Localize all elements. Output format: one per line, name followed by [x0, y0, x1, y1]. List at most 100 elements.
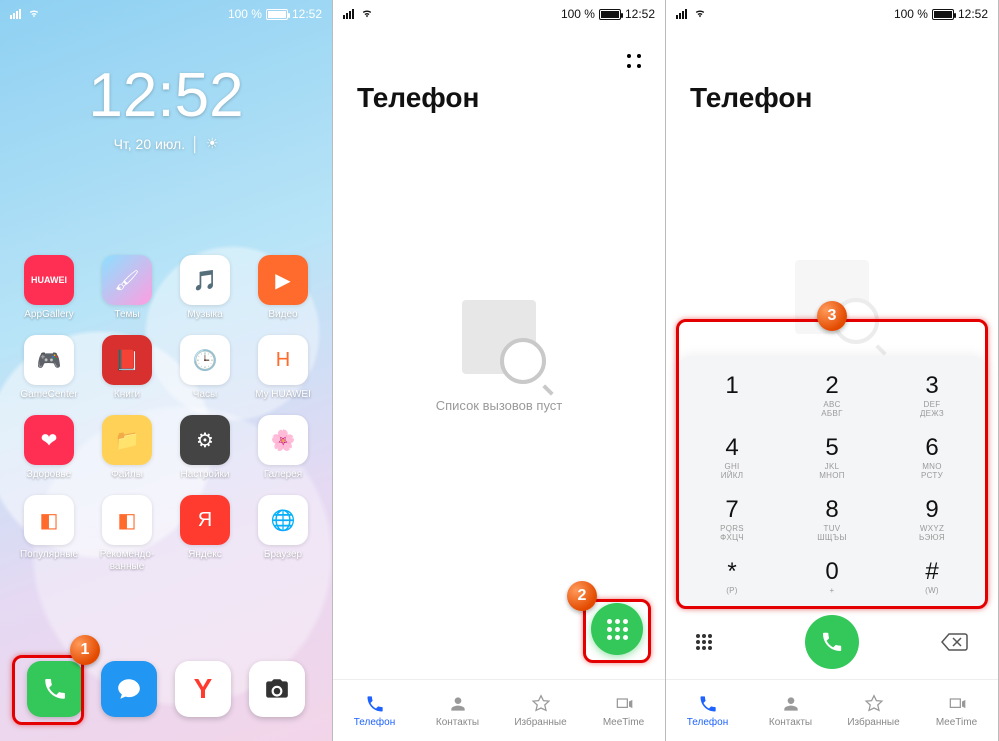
app-my-huawei[interactable]: HMy HUAWEI [244, 335, 322, 401]
app-gamecenter[interactable]: 🎮 GameCenter [10, 335, 88, 401]
signal-icon [343, 9, 354, 19]
empty-text: Список вызовов пуст [436, 398, 563, 413]
app-icon: Я [180, 495, 230, 545]
app-настройки[interactable]: ⚙ Настройки [166, 415, 244, 481]
status-time: 12:52 [292, 7, 322, 21]
app-icon: 🖌 [102, 255, 152, 305]
nav-phone[interactable]: Телефон [333, 680, 416, 741]
app-рекомендо-ванные[interactable]: ◧ Рекомендо- ванные [88, 495, 166, 573]
app-icon: 🌐 [258, 495, 308, 545]
dock-messages-app[interactable] [101, 661, 157, 717]
battery-percent: 100 % [894, 7, 928, 21]
status-time: 12:52 [958, 7, 988, 21]
meetime-icon [613, 693, 635, 715]
nav-label: Контакты [436, 717, 479, 728]
panel-phone-empty: 100 % 12:52 Телефон Список вызовов пуст … [333, 0, 666, 741]
annotation-badge-3: 3 [817, 301, 847, 331]
overflow-menu[interactable] [627, 54, 643, 70]
nav-contacts[interactable]: Контакты [416, 680, 499, 741]
page-title: Телефон [690, 82, 812, 114]
clock-date: Чт, 20 июл.│☀ [0, 135, 332, 152]
app-icon: ◧ [102, 495, 152, 545]
app-видео[interactable]: ▶ Видео [244, 255, 322, 321]
app-label: My HUAWEI [255, 389, 311, 401]
phone-icon [364, 693, 386, 715]
nav-star[interactable]: Избранные [832, 680, 915, 741]
backspace-icon [940, 632, 968, 652]
app-icon: ⚙ [180, 415, 230, 465]
nav-label: Телефон [354, 717, 395, 728]
app-label: GameCenter [20, 389, 77, 401]
call-row [666, 615, 998, 669]
nav-star[interactable]: Избранные [499, 680, 582, 741]
app-браузер[interactable]: 🌐Браузер [244, 495, 322, 573]
highlight-step3 [676, 319, 988, 609]
camera-icon [264, 676, 290, 702]
app-темы[interactable]: 🖌Темы [88, 255, 166, 321]
highlight-step2 [583, 599, 651, 663]
meetime-icon [946, 693, 968, 715]
signal-icon [10, 9, 21, 19]
battery-icon [266, 9, 288, 20]
app-icon: HUAWEI [24, 255, 74, 305]
collapse-dialpad-button[interactable] [696, 634, 712, 650]
status-bar: 100 % 12:52 [666, 0, 998, 28]
app-label: Книги [114, 389, 140, 401]
bottom-nav: Телефон Контакты Избранные MeeTime [333, 679, 665, 741]
app-label: Популярные [20, 549, 78, 561]
star-icon [863, 693, 885, 715]
app-icon: 📕 [102, 335, 152, 385]
app-icon: 🎵 [180, 255, 230, 305]
backspace-button[interactable] [940, 632, 968, 652]
contacts-icon [780, 693, 802, 715]
app-label: Рекомендо- ванные [91, 549, 163, 573]
app-label: Часы [193, 389, 217, 401]
star-icon [530, 693, 552, 715]
call-button[interactable] [805, 615, 859, 669]
wifi-icon [693, 9, 707, 19]
app-label: Файлы [111, 469, 143, 481]
app-файлы[interactable]: 📁Файлы [88, 415, 166, 481]
battery-percent: 100 % [228, 7, 262, 21]
app-icon: 🎮 [24, 335, 74, 385]
wifi-icon [27, 9, 41, 19]
status-bar: 100 % 12:52 [333, 0, 665, 28]
bottom-nav: Телефон КонтактыИзбранные MeeTime [666, 679, 998, 741]
app-книги[interactable]: 📕 Книги [88, 335, 166, 401]
highlight-step1 [12, 655, 84, 725]
app-label: Музыка [187, 309, 222, 321]
wifi-icon [360, 9, 374, 19]
app-популярные[interactable]: ◧ Популярные [10, 495, 88, 573]
app-галерея[interactable]: 🌸Галерея [244, 415, 322, 481]
app-icon: ❤ [24, 415, 74, 465]
phone-icon [697, 693, 719, 715]
app-icon: 🕒 [180, 335, 230, 385]
dock-yandex-app[interactable]: Y [175, 661, 231, 717]
dock-camera-app[interactable] [249, 661, 305, 717]
app-здоровье[interactable]: ❤ Здоровье [10, 415, 88, 481]
status-time: 12:52 [625, 7, 655, 21]
app-label: Видео [268, 309, 297, 321]
nav-phone[interactable]: Телефон [666, 680, 749, 741]
clock-time: 12:52 [0, 60, 332, 131]
phone-icon [820, 630, 844, 654]
contacts-icon [447, 693, 469, 715]
app-яндекс[interactable]: ЯЯндекс [166, 495, 244, 573]
app-label: Настройки [180, 469, 229, 481]
app-музыка[interactable]: 🎵 Музыка [166, 255, 244, 321]
app-часы[interactable]: 🕒 Часы [166, 335, 244, 401]
app-icon: ◧ [24, 495, 74, 545]
nav-label: Избранные [514, 717, 566, 728]
nav-contacts[interactable]: Контакты [749, 680, 832, 741]
home-clock: 12:52 Чт, 20 июл.│☀ [0, 60, 332, 152]
nav-label: Телефон [687, 717, 728, 728]
nav-meetime[interactable]: MeeTime [582, 680, 665, 741]
battery-icon [599, 9, 621, 20]
signal-icon [676, 9, 687, 19]
app-icon: 🌸 [258, 415, 308, 465]
app-appgallery[interactable]: HUAWEIAppGallery [10, 255, 88, 321]
nav-label: MeeTime [936, 717, 977, 728]
app-label: Здоровье [27, 469, 72, 481]
nav-meetime[interactable]: MeeTime [915, 680, 998, 741]
app-icon: ▶ [258, 255, 308, 305]
